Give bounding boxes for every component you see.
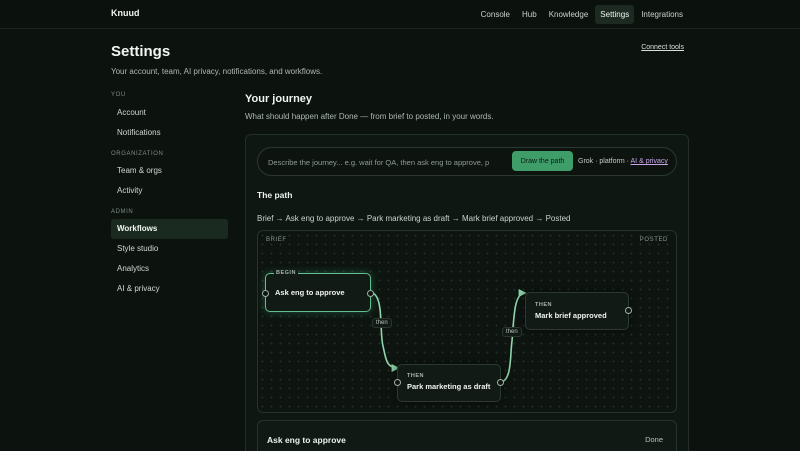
sidebar-group-you: YOU [111,92,126,98]
ai-privacy-link[interactable]: AI & privacy [631,158,668,165]
node-tag: BEGIN [274,270,298,276]
sidebar-item-team-orgs[interactable]: Team & orgs [111,161,228,181]
nav-knowledge[interactable]: Knowledge [544,5,594,24]
node-label: Park marketing as draft [407,382,491,391]
journey-prompt-box: Draw the path Grok · platform · AI & pri… [257,147,677,176]
sidebar-group-admin: ADMIN [111,209,134,215]
node-label: Mark brief approved [535,311,607,320]
nav-hub[interactable]: Hub [517,5,542,24]
connect-tools-link[interactable]: Connect tools [641,44,684,51]
edge-label: then [372,318,392,328]
sidebar-group-organization: ORGANIZATION [111,151,164,157]
draw-path-button[interactable]: Draw the path [512,151,573,171]
nav-console[interactable]: Console [476,5,515,24]
sidebar-item-activity[interactable]: Activity [111,181,228,201]
edge-2-wire [499,289,527,383]
sidebar-item-workflows[interactable]: Workflows [111,219,228,239]
sidebar-item-style-studio[interactable]: Style studio [111,239,228,259]
node-tag: THEN [407,373,424,379]
node-output-port[interactable] [625,307,632,314]
nav-settings[interactable]: Settings [595,5,635,24]
node-output-port[interactable] [367,290,374,297]
node-output-port[interactable] [497,379,504,386]
journey-prompt-input[interactable] [268,155,512,169]
journey-node-mark-brief[interactable]: THEN Mark brief approved [525,292,632,330]
page-subtitle: Your account, team, AI privacy, notifica… [111,67,323,76]
step-title: Ask eng to approve [267,435,346,445]
top-nav: Console Hub Knowledge Settings Integrati… [476,5,688,24]
node-label: Ask eng to approve [275,288,345,297]
path-summary: Brief → Ask eng to approve → Park market… [257,214,571,223]
sidebar-item-account[interactable]: Account [111,103,228,123]
path-title: The path [257,190,293,200]
sidebar-item-analytics[interactable]: Analytics [111,259,228,279]
sidebar-item-ai-privacy[interactable]: AI & privacy [111,279,228,299]
sidebar-item-notifications[interactable]: Notifications [111,123,228,143]
top-bar: Knuud Console Hub Knowledge Settings Int… [0,0,800,29]
section-subtitle: What should happen after Done — from bri… [245,112,494,121]
step-card[interactable]: Ask eng to approve Done [257,420,677,451]
journey-node-park-marketing[interactable]: THEN Park marketing as draft [394,364,504,402]
journey-canvas[interactable]: BRIEF POSTED BEGIN Ask eng to approve th… [257,230,677,413]
model-info: Grok · platform · [578,158,631,165]
section-title: Your journey [245,93,313,105]
node-tag: THEN [535,302,552,308]
journey-card: Draw the path Grok · platform · AI & pri… [245,134,689,451]
nav-integrations[interactable]: Integrations [636,5,688,24]
prompt-meta: Grok · platform · AI & privacy [578,158,668,165]
brand-logo[interactable]: Knuud [111,8,140,18]
step-status: Done [645,435,663,444]
page-title: Settings [111,43,171,60]
edge-label: then [502,327,522,337]
node-input-port[interactable] [262,290,269,297]
edge-1-wire [368,291,400,372]
node-input-port[interactable] [394,379,401,386]
settings-sidebar: YOU Account Notifications ORGANIZATION T… [111,92,228,299]
journey-node-ask-eng[interactable]: BEGIN Ask eng to approve [262,270,374,312]
